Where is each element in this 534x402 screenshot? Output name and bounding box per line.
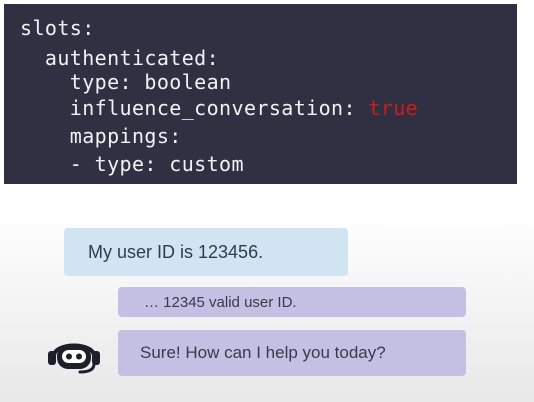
bot-message-bubble: Sure! How can I help you today?: [118, 330, 466, 376]
code-line-influence-conversation: influence_conversation: true: [20, 96, 418, 120]
code-panel: slots: authenticated: type: boolean infl…: [4, 4, 517, 184]
validation-message-text: … 12345 valid user ID.: [144, 293, 297, 311]
user-message-text: My user ID is 123456.: [88, 241, 264, 262]
code-line-influence-text: influence_conversation:: [20, 96, 369, 120]
code-line-authenticated: authenticated:: [20, 46, 220, 70]
code-line-mappings: mappings:: [20, 124, 182, 148]
code-line-type-boolean: type: boolean: [20, 70, 232, 94]
user-message-bubble: My user ID is 123456.: [64, 228, 348, 276]
code-line-type-custom: - type: custom: [20, 152, 244, 176]
validation-message-bubble: … 12345 valid user ID.: [118, 287, 466, 317]
code-keyword-true: true: [368, 96, 419, 120]
code-line-slots: slots:: [20, 16, 95, 40]
bot-message-text: Sure! How can I help you today?: [140, 343, 386, 362]
robot-headset-icon: [48, 343, 100, 374]
